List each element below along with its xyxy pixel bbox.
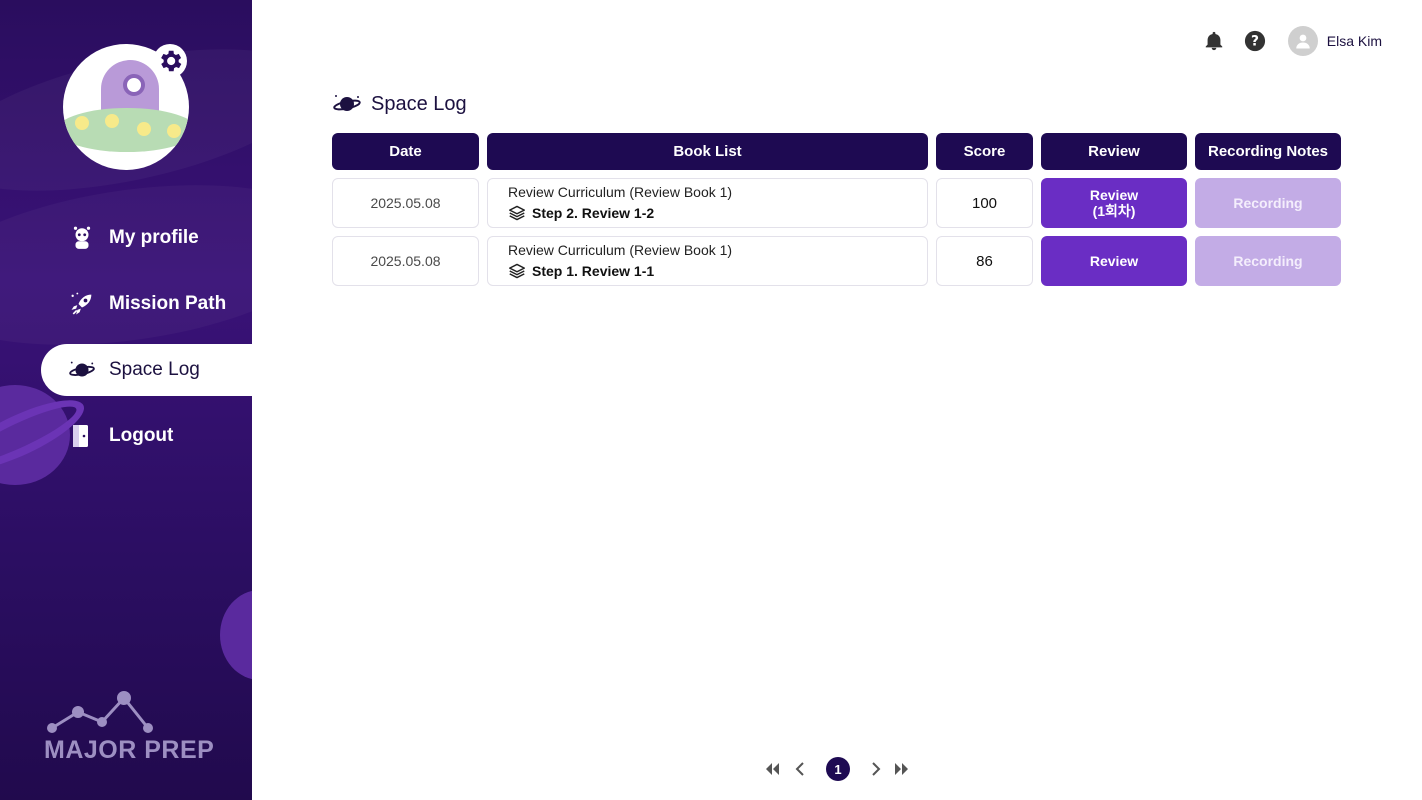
sidebar-item-label: Mission Path	[109, 293, 227, 314]
first-page-icon[interactable]	[762, 757, 782, 781]
table-row: 2025.05.08 Review Curriculum (Review Boo…	[332, 178, 1341, 228]
step-line: Step 1. Review 1-1	[508, 261, 654, 281]
sidebar-item-label: Logout	[109, 425, 174, 446]
planet-icon	[68, 356, 96, 384]
planet-decoration	[220, 590, 252, 680]
layers-icon	[508, 205, 526, 221]
review-button-label: Review	[1089, 187, 1139, 203]
review-button[interactable]: Review (1회차)	[1041, 178, 1187, 228]
sidebar-item-label: My profile	[109, 227, 199, 248]
brand-text: MAJOR PREP	[44, 736, 215, 764]
gear-icon[interactable]	[153, 44, 187, 78]
user-name[interactable]: Elsa Kim	[1327, 33, 1382, 49]
next-page-icon[interactable]	[866, 757, 886, 781]
pagination: 1	[762, 757, 912, 781]
planet-icon	[332, 92, 362, 116]
score-text: 86	[976, 252, 993, 270]
recording-button[interactable]: Recording	[1195, 236, 1341, 286]
column-header-date: Date	[332, 133, 479, 170]
sidebar: My profile Mission Path Space Log Logout…	[0, 0, 252, 800]
column-header-book-list: Book List	[487, 133, 928, 170]
column-header-review: Review	[1041, 133, 1187, 170]
table-row: 2025.05.08 Review Curriculum (Review Boo…	[332, 236, 1341, 286]
book-cell: Review Curriculum (Review Book 1) Step 1…	[487, 236, 928, 286]
layers-icon	[508, 263, 526, 279]
step-text: Step 1. Review 1-1	[532, 263, 655, 279]
score-cell: 86	[936, 236, 1033, 286]
sidebar-item-label: Space Log	[109, 359, 200, 380]
page-title-text: Space Log	[371, 92, 467, 115]
column-header-recording-notes: Recording Notes	[1195, 133, 1341, 170]
step-text: Step 2. Review 1-2	[532, 205, 655, 221]
svg-text:?: ?	[1251, 34, 1259, 50]
top-bar: ? Elsa Kim	[1202, 26, 1382, 56]
date-cell: 2025.05.08	[332, 236, 479, 286]
sidebar-item-my-profile[interactable]: My profile	[0, 212, 252, 264]
date-text: 2025.05.08	[370, 195, 441, 211]
page-number-current[interactable]: 1	[826, 757, 850, 781]
sidebar-nav: My profile Mission Path Space Log Logout	[0, 212, 252, 476]
space-log-table: Date Book List Score Review Recording No…	[332, 133, 1341, 294]
review-button-label: Review	[1089, 253, 1139, 269]
step-line: Step 2. Review 1-2	[508, 203, 654, 223]
brand-graph-icon	[47, 691, 153, 733]
prev-page-icon[interactable]	[790, 757, 810, 781]
review-button[interactable]: Review	[1041, 236, 1187, 286]
book-cell: Review Curriculum (Review Book 1) Step 2…	[487, 178, 928, 228]
book-name: Review Curriculum (Review Book 1)	[508, 184, 733, 200]
door-icon	[68, 422, 96, 450]
rocket-icon	[68, 290, 96, 318]
page-title: Space Log	[332, 90, 467, 118]
column-header-score: Score	[936, 133, 1033, 170]
date-cell: 2025.05.08	[332, 178, 479, 228]
user-avatar-icon[interactable]	[1287, 26, 1318, 56]
sidebar-item-space-log[interactable]: Space Log	[41, 344, 252, 396]
recording-button[interactable]: Recording	[1195, 178, 1341, 228]
alien-icon	[68, 224, 96, 252]
last-page-icon[interactable]	[892, 757, 912, 781]
help-icon[interactable]: ?	[1243, 29, 1267, 53]
sidebar-item-mission-path[interactable]: Mission Path	[0, 278, 252, 330]
score-text: 100	[971, 194, 998, 212]
table-header-row: Date Book List Score Review Recording No…	[332, 133, 1341, 170]
date-text: 2025.05.08	[370, 253, 441, 269]
book-name: Review Curriculum (Review Book 1)	[508, 242, 733, 258]
score-cell: 100	[936, 178, 1033, 228]
review-button-sublabel: (1회차)	[1092, 203, 1136, 219]
sidebar-item-logout[interactable]: Logout	[0, 410, 252, 462]
bell-icon[interactable]	[1202, 29, 1226, 53]
brand-logo: MAJOR PREP	[44, 688, 224, 768]
